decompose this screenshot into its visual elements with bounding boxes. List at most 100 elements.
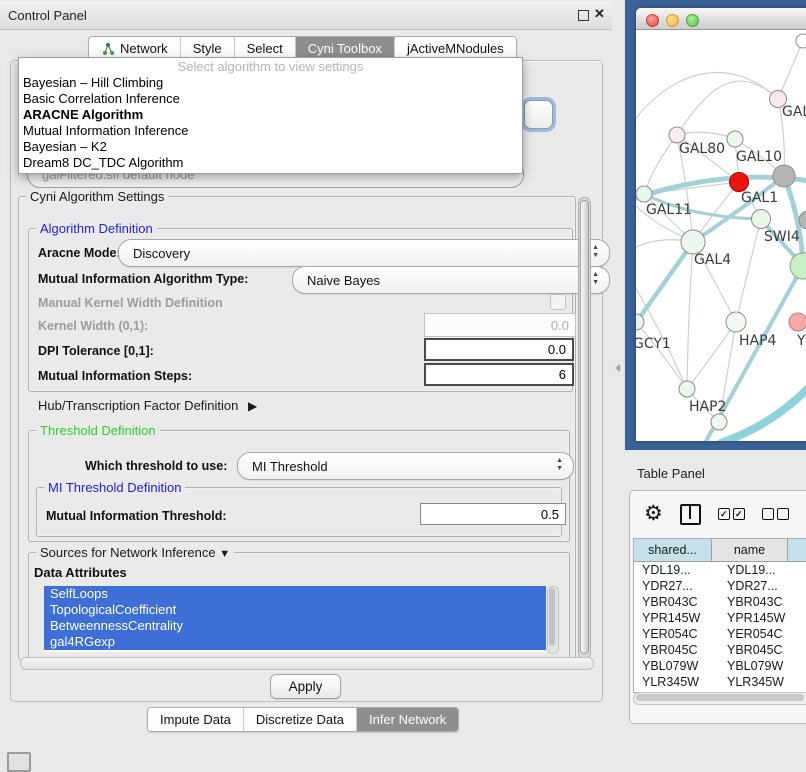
table-cell[interactable] (802, 594, 806, 610)
table-cell[interactable]: YPR145W (634, 610, 719, 626)
algorithm-combobox-arrow[interactable] (524, 100, 553, 129)
network-window-titlebar[interactable] (636, 8, 806, 30)
list-item-topologicalcoefficient[interactable]: TopologicalCoefficient (44, 602, 546, 618)
dropdown-item-aracne[interactable]: ARACNE Algorithm (19, 107, 522, 123)
settings-horizontal-scrollbar[interactable] (20, 657, 594, 670)
table-cell[interactable]: YPR145W (719, 610, 802, 626)
table-body: YDL19...YDL19...13YDR27...YDR27...12YBR0… (634, 562, 806, 693)
table-cell[interactable]: 9. (802, 674, 806, 690)
float-window-icon[interactable] (578, 10, 589, 21)
network-canvas[interactable]: GAL GAL80 GAL10 GAL1 GAL11 SWI4 GAL4 GCY… (636, 30, 806, 441)
node-bottom-partial[interactable] (711, 414, 727, 430)
table-cell[interactable]: 12 (802, 578, 806, 594)
node-gal11[interactable] (636, 186, 652, 202)
node-gray[interactable] (773, 165, 795, 187)
zoom-traffic-icon[interactable] (686, 14, 699, 27)
node-label: SWI4 (764, 229, 800, 245)
table-row[interactable]: YBR045CYBR045C9. (634, 642, 806, 658)
table-row[interactable]: YDR27...YDR27...12 (634, 578, 806, 594)
apply-button[interactable]: Apply (270, 674, 341, 699)
table-cell[interactable] (802, 658, 806, 674)
splitter-handle-icon[interactable] (615, 364, 620, 372)
combo-arrows-icon: ▲▼ (592, 244, 599, 260)
table-cell[interactable]: YER054C (719, 626, 802, 642)
table-cell[interactable]: YLR345W (634, 674, 719, 690)
table-cell[interactable]: YDL19... (719, 562, 802, 578)
table-cell[interactable]: YDR27... (634, 578, 719, 594)
tab-discretize-data[interactable]: Discretize Data (244, 708, 357, 731)
network-icon (101, 42, 115, 56)
table-cell[interactable]: 13 (802, 562, 806, 578)
dpi-tolerance-input[interactable]: 0.0 (424, 338, 574, 361)
mi-steps-input[interactable]: 6 (424, 363, 574, 386)
tab-impute-data[interactable]: Impute Data (148, 708, 244, 731)
table-cell[interactable]: 8. (802, 626, 806, 642)
table-panel: ⚙ ✓✓ shared... name YDL19...YDL19...13YD… (629, 490, 806, 724)
node-hap4[interactable] (726, 312, 746, 332)
dropdown-item-mutual-information[interactable]: Mutual Information Inference (19, 123, 522, 139)
list-scrollbar[interactable] (547, 586, 559, 654)
table-row[interactable]: YBL079WYBL079W (634, 658, 806, 674)
table-cell[interactable]: 9. (802, 642, 806, 658)
list-item-selfloops[interactable]: SelfLoops (44, 586, 546, 602)
kernel-width-input[interactable]: 0.0 (424, 313, 576, 337)
column-header-partial[interactable] (788, 539, 806, 561)
column-layout-icon[interactable] (680, 504, 701, 525)
mi-threshold-input[interactable]: 0.5 (420, 503, 566, 525)
dropdown-item-basic-correlation[interactable]: Basic Correlation Inference (19, 91, 522, 107)
table-row[interactable]: YDL19...YDL19...13 (634, 562, 806, 578)
table-cell[interactable]: YBL079W (634, 658, 719, 674)
close-traffic-icon[interactable] (646, 14, 659, 27)
dpi-tolerance-label: DPI Tolerance [0,1]: (38, 344, 154, 358)
which-threshold-combobox[interactable]: MI Threshold ▲▼ (237, 452, 574, 480)
table-row[interactable]: YLR345WYLR345W9. (634, 674, 806, 690)
close-icon[interactable]: ✕ (594, 6, 605, 22)
table-cell[interactable]: YDR27... (719, 578, 802, 594)
which-threshold-label: Which threshold to use: (85, 459, 227, 473)
minimize-traffic-icon[interactable] (666, 14, 679, 27)
kernel-width-label: Kernel Width (0,1): (38, 319, 148, 333)
node-bright-green[interactable] (790, 253, 806, 279)
table-row[interactable]: YBR043CYBR043C (634, 594, 806, 610)
node-gal4[interactable] (681, 230, 705, 254)
collapsed-panel-icon[interactable] (7, 752, 31, 772)
hub-definition-toggle[interactable]: Hub/Transcription Factor Definition ▶ (38, 398, 257, 413)
dropdown-prompt: Select algorithm to view settings (19, 58, 522, 75)
table-cell[interactable]: YER054C (634, 626, 719, 642)
table-cell[interactable]: YBR043C (719, 594, 802, 610)
table-row[interactable]: YER054CYER054C8. (634, 626, 806, 642)
table-cell[interactable]: YBR045C (719, 642, 802, 658)
column-header-shared-name[interactable]: shared... (634, 539, 712, 561)
list-item-betweennesscentrality[interactable]: BetweennessCentrality (44, 618, 546, 634)
node-top-partial[interactable] (796, 34, 806, 48)
list-item-gal4rgexp[interactable]: gal4RGexp (44, 634, 546, 650)
column-header-name[interactable]: name (712, 539, 788, 561)
node-salmon[interactable] (789, 313, 806, 331)
table-cell[interactable]: 9. (802, 610, 806, 626)
deselect-all-columns-icon[interactable] (762, 508, 789, 520)
mi-type-combobox[interactable]: Naive Bayes ▲▼ (292, 266, 610, 294)
table-cell[interactable]: YBL079W (719, 658, 802, 674)
gear-icon[interactable]: ⚙ (644, 504, 663, 524)
dropdown-item-dream8[interactable]: Dream8 DC_TDC Algorithm (19, 155, 522, 171)
table-cell[interactable]: YDL19... (634, 562, 719, 578)
table-row[interactable]: YPR145WYPR145W9. (634, 610, 806, 626)
settings-scrollbar[interactable] (578, 197, 591, 659)
sources-title[interactable]: Sources for Network Inference ▼ (36, 545, 234, 560)
aracne-mode-combobox[interactable]: Discovery ▲▼ (118, 239, 610, 267)
node-label: GAL80 (679, 141, 725, 157)
table-cell[interactable]: YBR045C (634, 642, 719, 658)
settings-group-title: Cyni Algorithm Settings (26, 189, 168, 204)
node-swi4[interactable] (752, 210, 771, 229)
node-gal1-red[interactable] (730, 173, 749, 192)
table-cell[interactable]: YLR345W (719, 674, 802, 690)
tab-infer-network[interactable]: Infer Network (357, 708, 458, 731)
table-cell[interactable]: YBR043C (634, 594, 719, 610)
select-all-columns-icon[interactable]: ✓✓ (718, 508, 745, 520)
dropdown-item-bayesian-k2[interactable]: Bayesian – K2 (19, 139, 522, 155)
node-hap2[interactable] (679, 381, 695, 397)
table-horizontal-scrollbar[interactable] (633, 692, 806, 705)
node-gal10[interactable] (727, 131, 743, 147)
manual-kernel-checkbox[interactable] (550, 294, 566, 310)
dropdown-item-bayesian-hill-climbing[interactable]: Bayesian – Hill Climbing (19, 75, 522, 91)
